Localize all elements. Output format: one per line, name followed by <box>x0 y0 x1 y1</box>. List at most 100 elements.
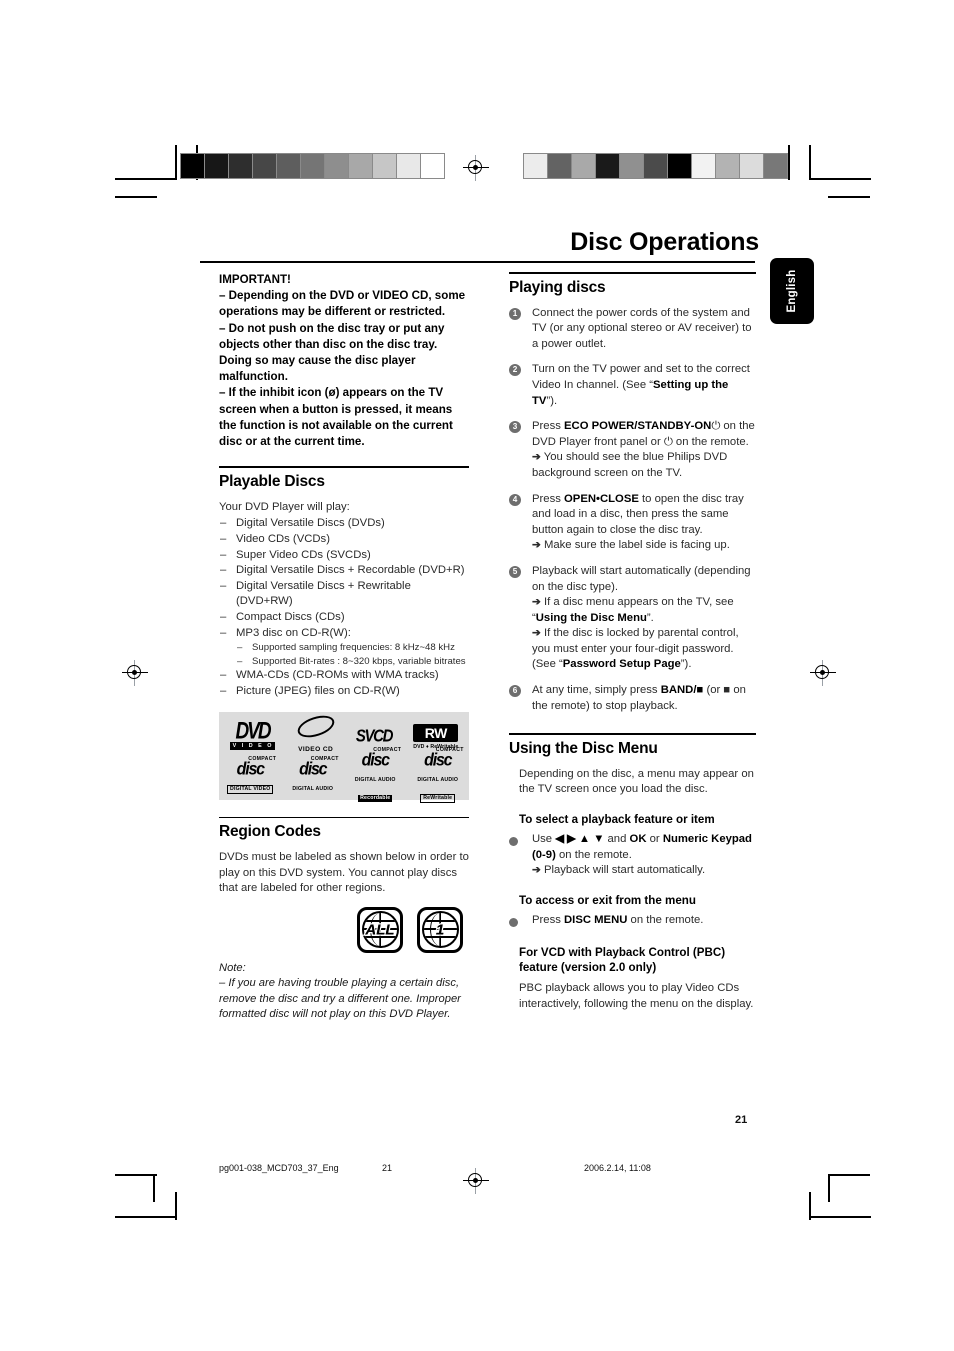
step-3: 3 Press ECO POWER/STANDBY-ON⏻ on the DVD… <box>509 419 756 481</box>
compact-disc-digital-audio-logo: COMPACT disc DIGITAL AUDIO <box>287 756 339 795</box>
list-item: Supported sampling frequencies: 8 kHz~48… <box>236 641 469 655</box>
video-cd-logo: VIDEO CD <box>294 711 337 756</box>
arrow-text: You should see the blue Philips DVD back… <box>532 451 728 479</box>
title-divider <box>200 261 755 264</box>
list-item: Compact Discs (CDs) <box>219 610 469 626</box>
step-2: 2 Turn on the TV power and set to the co… <box>509 362 756 409</box>
arrow-bold: Using the Disc Menu <box>535 611 647 624</box>
list-item: Press DISC MENU on the remote. <box>509 913 756 929</box>
dvd-video-logo-main: DVD <box>235 718 271 745</box>
list-item: Digital Versatile Discs (DVDs) <box>219 516 469 532</box>
page-title: Disc Operations <box>570 228 759 256</box>
pbc-body: PBC playback allows you to play Video CD… <box>519 982 754 1010</box>
region-1-label-fill: 1 <box>435 921 445 939</box>
dvd-video-logo: DVD V I D E O <box>229 718 276 751</box>
compact-disc-recordable-logo: COMPACT disc DIGITAL AUDIO Recordable <box>349 747 401 804</box>
compact-disc-rewritable-logo: COMPACT disc DIGITAL AUDIO ReWritable <box>412 747 464 804</box>
disc-menu-key: DISC MENU <box>564 913 628 926</box>
list-item: Super Video CDs (SVCDs) <box>219 548 469 564</box>
cd-logo-mid: disc <box>236 760 265 779</box>
access-menu-heading: To access or exit from the menu <box>519 893 696 907</box>
arrow-text: Playback will start automatically. <box>543 864 706 877</box>
playable-discs-list: Digital Versatile Discs (DVDs) Video CDs… <box>219 516 469 699</box>
list-item: Video CDs (VCDs) <box>219 532 469 548</box>
select-feature-list: Use ◀ ▶ ▲ ▼ and OK or Numeric Keypad (0-… <box>509 832 756 879</box>
arrow-icon: ➔ <box>532 539 541 552</box>
list-item: Digital Versatile Discs + Rewritable (DV… <box>219 579 469 610</box>
pbc-heading: For VCD with Playback Control (PBC) feat… <box>519 946 726 975</box>
list-item: MP3 disc on CD-R(W): Supported sampling … <box>219 626 469 669</box>
bullet-mid: and <box>604 833 630 846</box>
step-6: 6 At any time, simply press BAND/■ (or ■… <box>509 683 756 714</box>
mp3-sub-list: Supported sampling frequencies: 8 kHz~48… <box>236 641 469 668</box>
cd-logo-bottom: DIGITAL VIDEO <box>227 785 274 795</box>
language-tab-label: English <box>786 269 798 313</box>
arrow-icon: ➔ <box>532 864 541 877</box>
select-feature-heading: To select a playback feature or item <box>519 813 715 827</box>
region-codes-heading: Region Codes <box>219 823 321 841</box>
bullet-pre: Press <box>532 913 565 926</box>
step-5: 5 Playback will start automatically (dep… <box>509 564 756 673</box>
cd-logo-bottom-2: Recordable <box>358 795 393 803</box>
cd-logo-mid: disc <box>424 751 452 770</box>
step-bold: ECO POWER/STANDBY-ON <box>564 420 712 433</box>
gray-calibration-strip-left <box>180 153 445 179</box>
arrow-bold: Password Setup Page <box>562 658 681 671</box>
playing-discs-heading: Playing discs <box>509 278 606 296</box>
playable-discs-intro: Your DVD Player will play: <box>219 500 350 513</box>
gray-calibration-strip-right <box>523 153 788 179</box>
cd-logo-bottom: DIGITAL AUDIO <box>292 786 334 793</box>
document-page: Disc Operations English IMPORTANT! – Dep… <box>0 0 954 1351</box>
step-arrow-note: ➔ Make sure the label side is facing up. <box>532 538 756 554</box>
cd-logo-bottom-2: ReWritable <box>420 794 456 804</box>
compact-disc-digital-video-logo: COMPACT disc DIGITAL VIDEO <box>224 756 276 795</box>
registration-target-right <box>810 660 836 686</box>
arrow-icon: ➔ <box>532 627 541 640</box>
region-all-icon: ALL ALL <box>357 906 403 953</box>
ok-key: OK <box>629 833 647 846</box>
playable-discs-heading: Playable Discs <box>219 472 325 490</box>
arrow-text: Make sure the label side is facing up. <box>543 539 730 552</box>
nav-keys-icon: ◀ ▶ ▲ ▼ <box>555 833 605 846</box>
access-menu-list: Press DISC MENU on the remote. <box>509 913 756 929</box>
step-text-post: ”). <box>546 394 558 407</box>
step-4: 4 Press OPEN•CLOSE to open the disc tray… <box>509 492 756 554</box>
step-1: 1 Connect the power cords of the system … <box>509 306 756 353</box>
dvd-rewritable-logo-main: RW <box>413 723 459 742</box>
disc-menu-heading: Using the Disc Menu <box>509 739 658 757</box>
playing-discs-divider <box>509 272 756 274</box>
step-arrow-note: ➔ You should see the blue Philips DVD ba… <box>532 450 756 481</box>
footer-page: 21 <box>382 1163 393 1173</box>
region-codes-divider <box>219 816 469 819</box>
step-text-pre: At any time, simply press <box>532 684 661 697</box>
note-label: Note: <box>219 961 246 974</box>
bullet-arrow-note: ➔ Playback will start automatically. <box>532 863 756 879</box>
language-tab: English <box>770 258 814 324</box>
disc-menu-divider <box>509 733 756 735</box>
arrow-icon: ➔ <box>532 596 541 609</box>
step-arrow-note-2: ➔ If the disc is locked by parental cont… <box>532 627 739 671</box>
step-text-pre: Press <box>532 420 565 433</box>
step-arrow-note: ➔ If a disc menu appears on the TV, see … <box>532 596 734 624</box>
important-item-1: – Depending on the DVD or VIDEO CD, some… <box>219 289 466 319</box>
page-number: 21 <box>735 1114 748 1126</box>
step-number: 6 <box>509 685 521 698</box>
footer-filename: pg001-038_MCD703_37_Eng <box>219 1163 339 1173</box>
step-number: 1 <box>509 307 521 320</box>
bullet-post: on the remote. <box>555 848 632 861</box>
list-item: WMA-CDs (CD-ROMs with WMA tracks) <box>219 668 469 684</box>
svcd-logo: SVCD <box>355 726 393 747</box>
step-number: 3 <box>509 421 521 434</box>
video-cd-logo-sub: VIDEO CD <box>298 746 334 754</box>
region-code-icons: ALL ALL 1 1 <box>219 906 463 953</box>
step-text-pre: Press <box>532 492 565 505</box>
svcd-logo-main: SVCD <box>355 726 393 747</box>
bullet-pre: Use <box>532 833 556 846</box>
step-number: 2 <box>509 364 521 377</box>
list-item: Supported Bit-rates : 8~320 kbps, variab… <box>236 655 469 669</box>
registration-target-top <box>463 155 489 181</box>
cd-logo-mid: disc <box>361 751 390 770</box>
list-item: Picture (JPEG) files on CD-R(W) <box>219 684 469 700</box>
cd-logo-mid: disc <box>299 760 327 779</box>
region-1-icon: 1 1 <box>417 906 463 953</box>
